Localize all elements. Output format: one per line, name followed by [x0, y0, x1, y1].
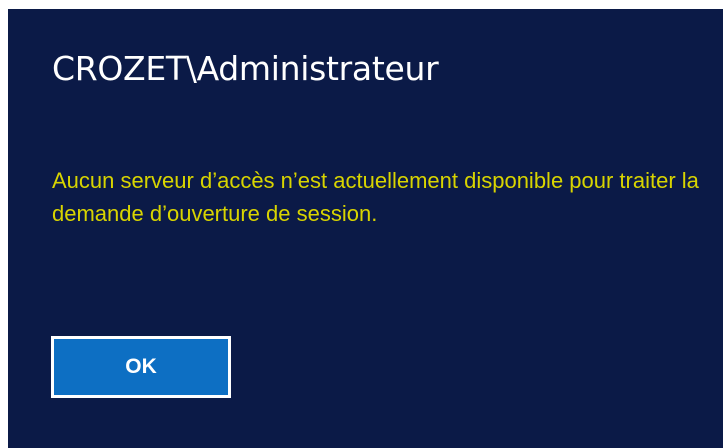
ok-button[interactable]: OK: [51, 336, 231, 398]
logon-error-screen: CROZET\Administrateur Aucun serveur d’ac…: [8, 9, 723, 448]
account-name-title: CROZET\Administrateur: [52, 49, 439, 88]
error-message: Aucun serveur d’accès n’est actuellement…: [52, 168, 699, 226]
